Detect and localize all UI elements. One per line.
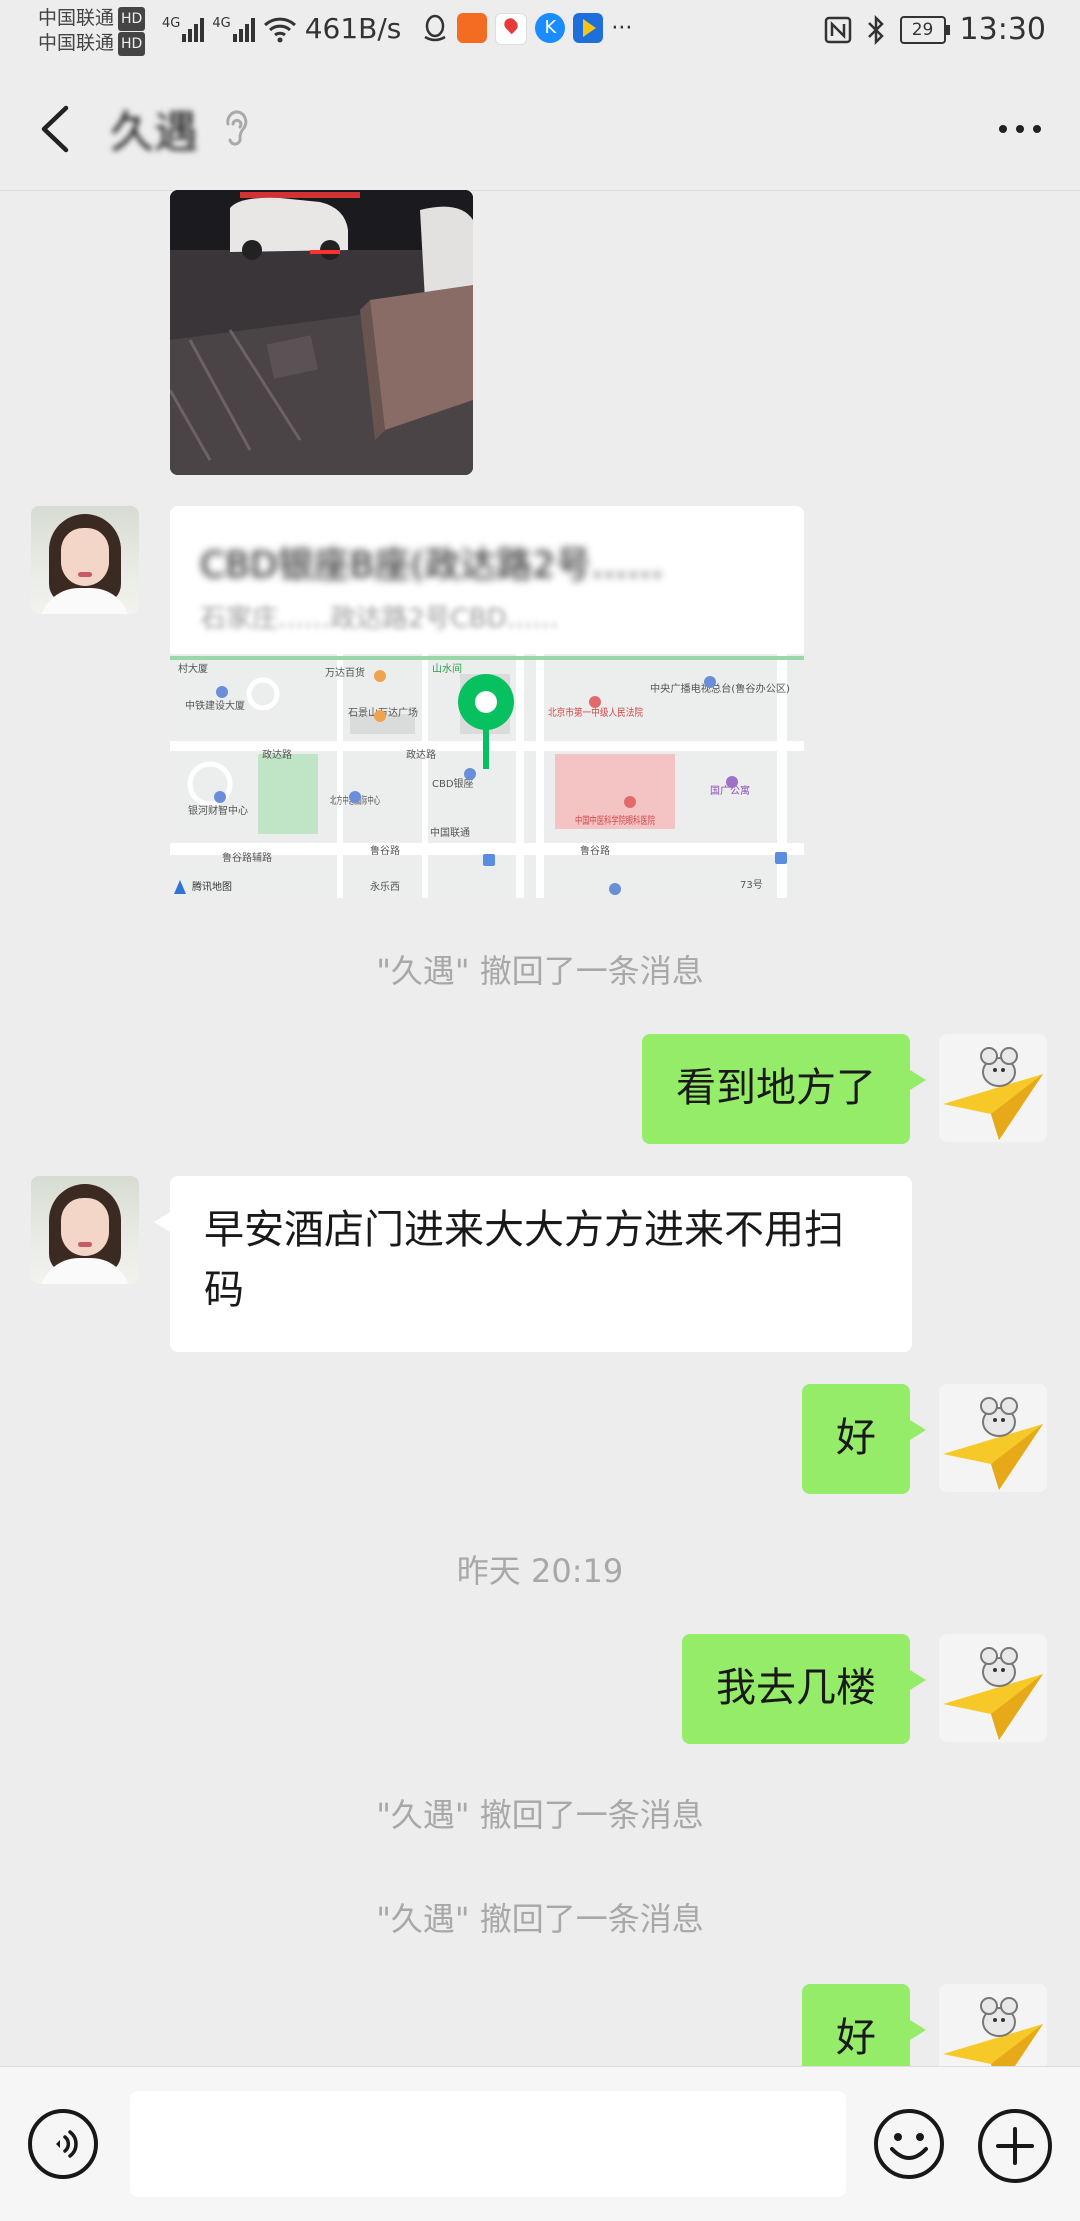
received-message-hotel[interactable]: 早安酒店门进来大大方方进来不用扫码 [154,1176,912,1352]
night-street-photo [170,190,473,475]
status-right-icons: 29 13:30 [824,12,1046,47]
map-label-zhengda-2: 政达路 [406,748,436,761]
signal-icon-2: 4G [212,15,255,42]
bluetooth-icon [867,14,884,45]
uc-browser-icon [457,12,488,43]
location-card[interactable]: CBD银座B座(政达路2号…… 石家庄……政达路2号CBD…… 村大厦 中铁建设… [170,506,804,898]
mouse-plane-icon [943,1397,1043,1490]
battery-icon: 29 [899,15,950,44]
map-label-shanshui: 山水间 [432,662,462,675]
map-label-yonglexi: 永乐西 [370,880,400,893]
hd-badge-2: HD [118,32,146,56]
my-avatar-2[interactable] [939,1384,1047,1492]
signal-icon-1: 4G [162,15,205,42]
map-label-lugu-1: 鲁谷路 [370,844,400,857]
carrier-1: 中国联通 [38,7,115,29]
map-label-cctv: 中央广播电视总台(鲁谷办公区) [650,682,790,695]
status-bar: 中国联通 HD 中国联通 HD 4G 4G 461B/s K ··· 29 13… [0,0,1080,64]
wifi-icon [263,17,296,42]
map-label-lugu-fu: 鲁谷路辅路 [222,851,272,864]
chat-header: 久遇 [0,64,1080,191]
emoji-icon[interactable] [872,2107,946,2181]
net-type-2: 4G [212,15,231,31]
map-image: 村大厦 中铁建设大厦 万达百货 石景山万达广场 政达路 政达路 银河财智中心 北… [170,654,804,898]
location-address: 石家庄……政达路2号CBD…… [200,604,559,634]
location-name: CBD银座B座(政达路2号…… [200,545,664,586]
contact-avatar[interactable] [31,506,139,614]
status-left-icons: 4G 4G 461B/s K ··· [162,12,632,45]
more-notifications: ··· [611,16,633,41]
mouse-plane-icon [943,1047,1043,1140]
sent-message-floor[interactable]: 我去几楼 [682,1634,926,1744]
nfc-icon [824,16,851,43]
notification-icons: K [421,12,604,45]
my-avatar-3[interactable] [939,1634,1047,1742]
qq-icon [424,14,447,41]
sent-message-seen[interactable]: 看到地方了 [642,1034,926,1144]
recall-notice-2: "久遇" 撤回了一条消息 [376,1796,704,1834]
photo-message[interactable] [170,190,473,475]
kugou-icon: K [535,12,566,43]
location-map: 村大厦 中铁建设大厦 万达百货 石景山万达广场 政达路 政达路 银河财智中心 北… [170,654,804,898]
ear-icon [226,110,248,146]
map-label-yinhe: 银河财智中心 [188,804,248,817]
map-app-icon [495,12,528,45]
recall-notice-3: "久遇" 撤回了一条消息 [376,1900,704,1938]
net-speed: 461B/s [304,12,402,45]
mouse-plane-icon [943,1647,1043,1740]
map-label-wanda-baihuo: 万达百货 [325,666,365,679]
net-type-1: 4G [162,15,181,31]
hd-badge-1: HD [118,7,146,31]
message-input[interactable] [130,2091,846,2197]
timestamp: 昨天 20:19 [456,1552,624,1590]
map-label-hospital: 中国中医科学院眼科医院 [575,814,655,827]
plus-icon[interactable] [978,2109,1052,2183]
map-label-lugu-2: 鲁谷路 [580,844,610,857]
contact-avatar-2[interactable] [31,1176,139,1284]
voice-icon[interactable] [28,2109,98,2179]
sent-message-ok-1[interactable]: 好 [802,1384,926,1494]
back-icon[interactable] [36,104,76,154]
input-bar [0,2066,1080,2221]
map-label-unicom: 中国联通 [430,826,470,839]
chat-title: 久遇 [110,107,198,158]
recall-notice-1: "久遇" 撤回了一条消息 [376,952,704,990]
more-icon[interactable] [990,104,1050,154]
video-app-icon [573,12,604,43]
my-avatar-1[interactable] [939,1034,1047,1142]
map-label-zhengda-1: 政达路 [262,748,292,761]
map-label-zhongtie: 中铁建设大厦 [185,699,245,712]
carrier-2: 中国联通 [38,32,115,54]
map-label-building: 村大厦 [178,662,208,675]
status-time: 13:30 [959,12,1046,47]
map-label-73: 73号 [740,879,763,891]
map-label-tencent: 腾讯地图 [192,880,232,893]
carrier-info: 中国联通 HD 中国联通 HD [38,6,146,56]
